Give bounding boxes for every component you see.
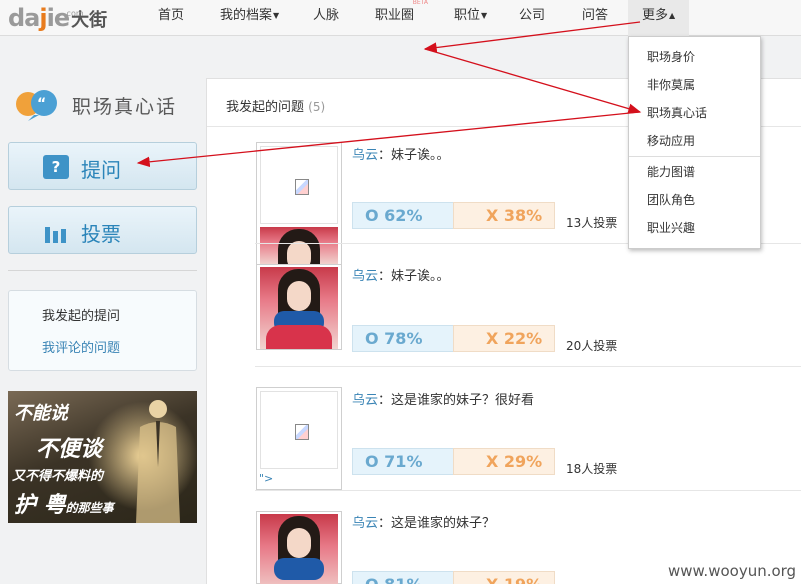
caret-down-icon: ▼ <box>273 11 280 20</box>
menu-item-ability-map[interactable]: 能力图谱 <box>629 158 760 186</box>
broken-image-icon <box>295 179 309 195</box>
sidebar-links: 我发起的提问 我评论的问题 <box>8 290 197 371</box>
nav-network[interactable]: 人脉 <box>313 0 339 36</box>
menu-item-worth[interactable]: 职场身价 <box>629 43 760 71</box>
top-navbar: dajie 大街 .com 首页 我的档案▼ 人脉 职业圈 BETA 职位▼ 公司 … <box>0 0 801 36</box>
watermark: www.wooyun.org <box>668 562 797 580</box>
menu-item-mobile-app[interactable]: 移动应用 <box>629 127 760 155</box>
vote-no-bar[interactable]: X 22% <box>453 325 555 352</box>
create-poll-button[interactable]: 投票 <box>8 206 197 254</box>
broken-image-icon <box>295 424 309 440</box>
vote-yes-bar[interactable]: O 62% <box>352 202 454 229</box>
menu-divider <box>629 156 760 157</box>
nav-companies[interactable]: 公司 <box>519 0 545 36</box>
nav-career-circle[interactable]: 职业圈 BETA <box>375 0 428 36</box>
vote-yes-bar[interactable]: O 81% <box>352 571 454 584</box>
question-title[interactable]: 乌云：这是谁家的妹子？很好看 <box>352 389 534 408</box>
caret-down-icon: ▼ <box>481 11 488 20</box>
question-title[interactable]: 乌云：妹子诶。。 <box>352 144 450 163</box>
speech-bubble-icon: “ <box>16 90 57 121</box>
thumbnail-caption: "> <box>259 472 274 485</box>
vote-count: 13人投票 <box>566 216 618 230</box>
section-title: 职场真心话 <box>72 96 178 118</box>
menu-item-team-role[interactable]: 团队角色 <box>629 186 760 214</box>
page-title: 我发起的问题 (5) <box>226 100 326 115</box>
vote-yes-bar[interactable]: O 71% <box>352 448 454 475</box>
nav-my-profile[interactable]: 我的档案▼ <box>220 0 279 36</box>
menu-item-only-you[interactable]: 非你莫属 <box>629 71 760 99</box>
photo-girl <box>260 267 338 349</box>
question-icon: ? <box>43 155 69 179</box>
vote-no-bar[interactable]: X 19% <box>453 571 555 584</box>
beta-badge: BETA <box>412 0 429 6</box>
nav-qa[interactable]: 问答 <box>582 0 608 36</box>
ask-question-button[interactable]: ? 提问 <box>8 142 197 190</box>
photo-girl <box>260 514 338 584</box>
vote-no-bar[interactable]: X 29% <box>453 448 555 475</box>
businessman-silhouette <box>136 400 180 523</box>
question-thumbnail[interactable]: "> <box>256 387 342 490</box>
vote-count: 20人投票 <box>566 339 618 353</box>
question-count: (5) <box>308 100 326 114</box>
question-thumbnail[interactable] <box>256 142 342 266</box>
vote-no-bar[interactable]: X 38% <box>453 202 555 229</box>
question-thumbnail[interactable] <box>256 264 342 350</box>
question-title[interactable]: 乌云：妹子诶。。 <box>352 265 450 284</box>
question-title[interactable]: 乌云：这是谁家的妹子？ <box>352 512 495 531</box>
nav-jobs[interactable]: 职位▼ <box>454 0 487 36</box>
sidebar-divider <box>8 270 197 271</box>
photo-girl <box>260 227 338 265</box>
promo-banner[interactable]: 不能说 不便谈 又不得不爆料的 护 粤的那些事 <box>8 391 197 523</box>
svg-text:“: “ <box>37 96 46 112</box>
bar-chart-icon <box>45 221 71 243</box>
more-dropdown-menu: 职场身价 非你莫属 职场真心话 移动应用 能力图谱 团队角色 职业兴趣 <box>628 36 761 249</box>
dajie-logo[interactable]: dajie 大街 .com <box>8 4 107 32</box>
link-my-comments[interactable]: 我评论的问题 <box>42 337 120 356</box>
menu-item-workplace-truth[interactable]: 职场真心话 <box>629 99 760 127</box>
link-my-questions[interactable]: 我发起的提问 <box>42 305 120 324</box>
caret-up-icon: ▲ <box>669 11 676 20</box>
vote-yes-bar[interactable]: O 78% <box>352 325 454 352</box>
vote-count: 18人投票 <box>566 462 618 476</box>
nav-home[interactable]: 首页 <box>158 0 184 36</box>
nav-more[interactable]: 更多▲ <box>628 0 690 36</box>
question-thumbnail[interactable] <box>256 511 342 584</box>
menu-item-career-interest[interactable]: 职业兴趣 <box>629 214 760 242</box>
